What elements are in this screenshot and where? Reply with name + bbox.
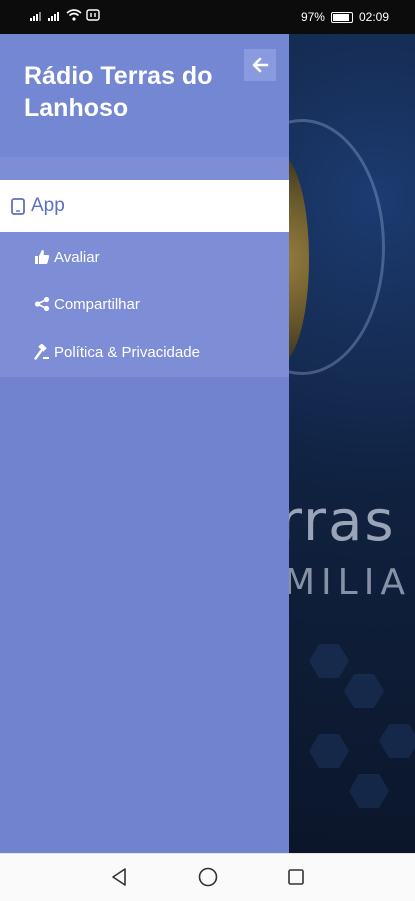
hexagon-decoration xyxy=(349,774,389,808)
nav-home-button[interactable] xyxy=(197,866,219,888)
hexagon-decoration xyxy=(379,724,415,758)
navigation-drawer: Rádio Terras do Lanhoso App Avaliar Comp… xyxy=(0,34,289,853)
battery-icon xyxy=(330,11,353,23)
menu-item-app[interactable]: App xyxy=(0,180,289,232)
square-recents-icon xyxy=(288,869,304,885)
menu-item-politica-label: Política & Privacidade xyxy=(54,343,200,361)
gavel-icon xyxy=(34,344,50,360)
nav-back-button[interactable] xyxy=(108,866,130,888)
nfc-icon xyxy=(86,9,100,21)
arrow-left-icon xyxy=(252,57,269,73)
menu-item-politica-privacidade[interactable]: Política & Privacidade xyxy=(34,340,200,364)
drawer-header: Rádio Terras do Lanhoso xyxy=(0,34,289,157)
menu-item-compartilhar[interactable]: Compartilhar xyxy=(34,292,140,316)
station-slogan-text: MILIA xyxy=(289,562,411,603)
menu-item-compartilhar-label: Compartilhar xyxy=(54,295,140,313)
menu-item-avaliar[interactable]: Avaliar xyxy=(34,245,100,269)
status-bar: 97% 02:09 xyxy=(0,0,415,34)
tablet-icon xyxy=(11,197,25,215)
share-icon xyxy=(34,296,50,312)
drawer-menu: App Avaliar Compartilhar Política & Priv… xyxy=(0,157,289,377)
nav-recents-button[interactable] xyxy=(285,866,307,888)
hexagon-decoration xyxy=(309,734,349,768)
hexagon-decoration xyxy=(344,674,384,708)
drawer-title: Rádio Terras do Lanhoso xyxy=(24,62,213,122)
thumbs-up-icon xyxy=(34,249,50,265)
circle-home-icon xyxy=(198,867,218,887)
background-app-content[interactable]: rras MILIA xyxy=(289,34,415,853)
signal-icon xyxy=(30,12,41,21)
system-navigation-bar xyxy=(0,853,415,901)
triangle-back-icon xyxy=(112,868,126,886)
menu-item-avaliar-label: Avaliar xyxy=(54,248,100,266)
battery-percent: 97% xyxy=(300,10,325,24)
menu-item-app-label: App xyxy=(31,195,65,216)
close-drawer-button[interactable] xyxy=(244,49,276,81)
signal-icon xyxy=(48,12,59,21)
status-left-icons xyxy=(30,9,100,21)
status-time: 02:09 xyxy=(358,10,389,24)
hexagon-decoration xyxy=(309,644,349,678)
wifi-icon xyxy=(66,9,82,21)
station-name-text: rras xyxy=(289,489,396,554)
status-right: 97% 02:09 xyxy=(301,10,389,24)
